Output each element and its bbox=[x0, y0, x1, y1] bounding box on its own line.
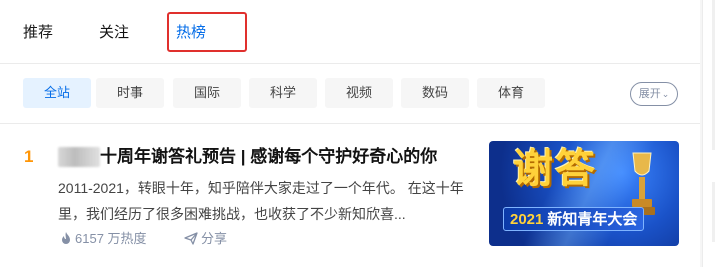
thumbnail-headline: 谢答 bbox=[513, 146, 597, 192]
chip-science[interactable]: 科学 bbox=[249, 78, 317, 108]
expand-label: 展开 bbox=[638, 88, 661, 100]
chip-sports[interactable]: 体育 bbox=[477, 78, 545, 108]
right-sidebar-edge bbox=[702, 0, 715, 267]
expand-button[interactable]: 展开⌄ bbox=[630, 82, 678, 106]
item-thumbnail[interactable]: 谢答 2021 新知青年大会 bbox=[489, 141, 679, 246]
chip-digital[interactable]: 数码 bbox=[401, 78, 469, 108]
highlight-box bbox=[167, 12, 247, 52]
flame-icon bbox=[62, 232, 70, 244]
chevron-down-icon: ⌄ bbox=[661, 89, 670, 99]
heat-metric: 6157 万热度 bbox=[60, 229, 147, 249]
share-button[interactable]: 分享 bbox=[184, 229, 227, 249]
rank-number: 1 bbox=[24, 147, 34, 166]
tab-follow[interactable]: 关注 bbox=[99, 22, 129, 44]
chip-all-site[interactable]: 全站 bbox=[23, 78, 91, 108]
heat-value: 6157 万热度 bbox=[75, 231, 147, 246]
item-title-row: 十周年谢答礼预告 | 感谢每个守护好奇心的你 bbox=[58, 145, 478, 169]
paper-plane-icon bbox=[184, 232, 198, 245]
hot-list-card: 推荐 关注 热榜 全站 时事 国际 科学 视频 数码 体育 展开⌄ 1 十周年谢… bbox=[0, 0, 700, 267]
item-title[interactable]: 十周年谢答礼预告 | 感谢每个守护好奇心的你 bbox=[100, 145, 437, 169]
blurred-text bbox=[58, 147, 100, 167]
thumbnail-ribbon-text: 新知青年大会 bbox=[547, 211, 638, 228]
chip-video[interactable]: 视频 bbox=[325, 78, 393, 108]
thumbnail-ribbon: 2021 新知青年大会 bbox=[503, 207, 645, 231]
tab-recommend[interactable]: 推荐 bbox=[23, 22, 53, 44]
feed-tabs: 推荐 关注 热榜 bbox=[0, 0, 700, 64]
hot-list-item: 1 十周年谢答礼预告 | 感谢每个守护好奇心的你 2011-2021，转眼十年，… bbox=[0, 125, 700, 267]
item-excerpt[interactable]: 2011-2021，转眼十年，知乎陪伴大家走过了一个年代。 在这十年里，我们经历… bbox=[58, 175, 474, 227]
category-filters: 全站 时事 国际 科学 视频 数码 体育 展开⌄ bbox=[0, 64, 700, 124]
chip-current-affairs[interactable]: 时事 bbox=[96, 78, 164, 108]
thumbnail-year: 2021 bbox=[510, 211, 544, 228]
share-label: 分享 bbox=[201, 231, 228, 246]
chip-international[interactable]: 国际 bbox=[173, 78, 241, 108]
